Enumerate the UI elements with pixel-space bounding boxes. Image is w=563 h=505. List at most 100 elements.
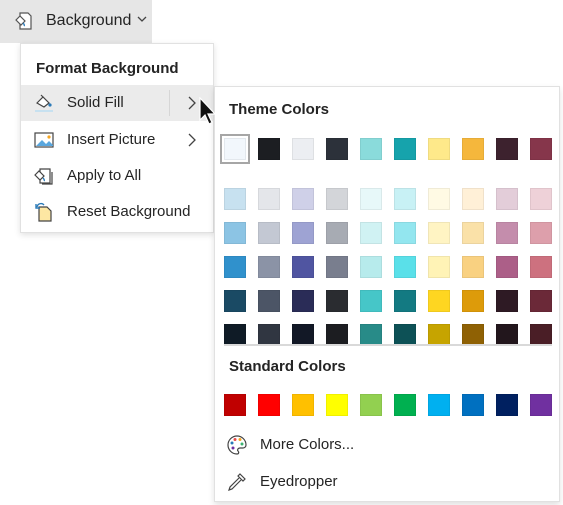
section-divider bbox=[224, 344, 552, 346]
theme-color-swatch[interactable] bbox=[496, 138, 518, 160]
theme-color-swatch[interactable] bbox=[258, 222, 280, 244]
theme-color-swatch[interactable] bbox=[360, 290, 382, 312]
theme-color-swatch[interactable] bbox=[428, 324, 450, 346]
eyedropper-label: Eyedropper bbox=[260, 473, 338, 490]
background-ribbon-button[interactable]: Background bbox=[0, 0, 152, 43]
menu-item-label: Reset Background bbox=[67, 203, 191, 220]
mouse-cursor-icon bbox=[199, 97, 217, 125]
theme-color-swatch[interactable] bbox=[496, 256, 518, 278]
theme-colors-title: Theme Colors bbox=[229, 101, 330, 118]
more-colors-button[interactable]: More Colors... bbox=[215, 428, 559, 462]
standard-color-swatch[interactable] bbox=[292, 394, 314, 416]
standard-color-swatch[interactable] bbox=[394, 394, 416, 416]
standard-color-swatch[interactable] bbox=[530, 394, 552, 416]
theme-color-swatch[interactable] bbox=[496, 188, 518, 210]
theme-color-swatch[interactable] bbox=[496, 290, 518, 312]
theme-color-swatch[interactable] bbox=[326, 324, 348, 346]
background-button-label: Background bbox=[46, 12, 132, 29]
theme-color-swatch[interactable] bbox=[258, 324, 280, 346]
theme-color-swatch[interactable] bbox=[428, 290, 450, 312]
theme-color-swatch[interactable] bbox=[496, 324, 518, 346]
more-colors-label: More Colors... bbox=[260, 436, 355, 453]
standard-color-swatch[interactable] bbox=[462, 394, 484, 416]
apply-all-icon bbox=[34, 168, 53, 185]
theme-color-swatch[interactable] bbox=[326, 188, 348, 210]
theme-color-swatch[interactable] bbox=[530, 188, 552, 210]
theme-color-swatch[interactable] bbox=[292, 222, 314, 244]
chevron-down-icon bbox=[137, 16, 147, 22]
menu-item-label: Apply to All bbox=[67, 167, 142, 184]
theme-color-swatch[interactable] bbox=[462, 222, 484, 244]
paint-bucket-icon bbox=[35, 94, 53, 112]
standard-color-swatch[interactable] bbox=[326, 394, 348, 416]
chevron-right-icon bbox=[188, 133, 196, 147]
theme-color-swatch[interactable] bbox=[326, 290, 348, 312]
theme-color-swatch[interactable] bbox=[292, 256, 314, 278]
theme-color-swatch[interactable] bbox=[428, 188, 450, 210]
theme-color-swatch[interactable] bbox=[292, 290, 314, 312]
theme-color-swatch[interactable] bbox=[496, 222, 518, 244]
theme-color-swatch[interactable] bbox=[258, 188, 280, 210]
theme-color-swatch[interactable] bbox=[530, 256, 552, 278]
theme-color-swatch[interactable] bbox=[326, 256, 348, 278]
theme-color-swatch[interactable] bbox=[360, 138, 382, 160]
theme-color-swatch[interactable] bbox=[326, 138, 348, 160]
theme-color-swatch[interactable] bbox=[530, 222, 552, 244]
theme-color-swatch[interactable] bbox=[462, 138, 484, 160]
menu-item-label: Insert Picture bbox=[67, 131, 156, 148]
theme-color-swatch[interactable] bbox=[394, 138, 416, 160]
eyedropper-button[interactable]: Eyedropper bbox=[215, 465, 559, 499]
theme-color-swatch[interactable] bbox=[258, 290, 280, 312]
theme-color-swatch[interactable] bbox=[394, 222, 416, 244]
theme-color-swatch[interactable] bbox=[394, 290, 416, 312]
eyedropper-icon bbox=[228, 473, 246, 491]
menu-item-solid-fill[interactable]: Solid Fill bbox=[21, 85, 213, 121]
standard-color-swatch[interactable] bbox=[224, 394, 246, 416]
theme-color-swatch[interactable] bbox=[462, 256, 484, 278]
theme-color-swatch[interactable] bbox=[220, 134, 250, 164]
standard-color-swatch[interactable] bbox=[258, 394, 280, 416]
format-background-menu: Format Background Solid Fill Insert Pict… bbox=[20, 43, 214, 233]
chevron-right-icon[interactable] bbox=[187, 96, 197, 110]
theme-color-swatch[interactable] bbox=[462, 324, 484, 346]
reset-background-icon bbox=[35, 202, 52, 222]
theme-color-swatch[interactable] bbox=[530, 138, 552, 160]
theme-color-swatch[interactable] bbox=[360, 324, 382, 346]
theme-color-swatch[interactable] bbox=[394, 256, 416, 278]
submenu-divider bbox=[169, 90, 170, 116]
theme-color-swatch[interactable] bbox=[224, 188, 246, 210]
background-format-icon bbox=[15, 12, 32, 30]
theme-color-swatch[interactable] bbox=[394, 188, 416, 210]
menu-item-apply-to-all[interactable]: Apply to All bbox=[21, 158, 213, 194]
menu-item-insert-picture[interactable]: Insert Picture bbox=[21, 122, 213, 158]
theme-color-swatch[interactable] bbox=[462, 290, 484, 312]
theme-color-swatch[interactable] bbox=[224, 256, 246, 278]
theme-color-swatch[interactable] bbox=[292, 188, 314, 210]
theme-color-swatch[interactable] bbox=[224, 324, 246, 346]
picture-icon bbox=[34, 132, 54, 148]
theme-color-swatch[interactable] bbox=[224, 290, 246, 312]
standard-color-swatch[interactable] bbox=[360, 394, 382, 416]
theme-color-swatch[interactable] bbox=[462, 188, 484, 210]
theme-color-swatch[interactable] bbox=[428, 138, 450, 160]
theme-color-swatch[interactable] bbox=[292, 138, 314, 160]
theme-color-swatch[interactable] bbox=[360, 256, 382, 278]
theme-color-swatch[interactable] bbox=[360, 222, 382, 244]
menu-item-reset-background[interactable]: Reset Background bbox=[21, 194, 213, 230]
standard-colors-title: Standard Colors bbox=[229, 358, 346, 375]
theme-color-swatch[interactable] bbox=[224, 222, 246, 244]
theme-color-swatch[interactable] bbox=[530, 324, 552, 346]
theme-color-swatch[interactable] bbox=[292, 324, 314, 346]
standard-color-swatch[interactable] bbox=[496, 394, 518, 416]
theme-color-swatch[interactable] bbox=[428, 256, 450, 278]
theme-color-swatch[interactable] bbox=[258, 256, 280, 278]
theme-color-swatch[interactable] bbox=[258, 138, 280, 160]
palette-icon bbox=[227, 435, 247, 455]
theme-color-swatch[interactable] bbox=[428, 222, 450, 244]
theme-color-swatch[interactable] bbox=[326, 222, 348, 244]
theme-color-swatch[interactable] bbox=[394, 324, 416, 346]
standard-color-swatch[interactable] bbox=[428, 394, 450, 416]
theme-color-swatch[interactable] bbox=[360, 188, 382, 210]
menu-title: Format Background bbox=[36, 60, 179, 77]
theme-color-swatch[interactable] bbox=[530, 290, 552, 312]
